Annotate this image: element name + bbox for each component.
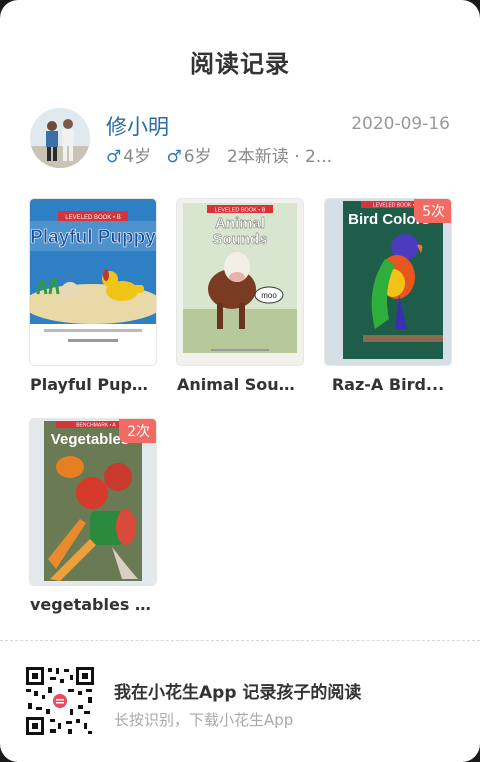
book-cover-image: LEVELED BOOK • B Animal Sounds moo xyxy=(177,199,303,365)
cover-title: Playful Puppy xyxy=(30,227,156,248)
qr-code-icon[interactable] xyxy=(24,665,96,737)
user-name[interactable]: 修小明 xyxy=(106,111,169,141)
read-count-badge: 2次 xyxy=(119,419,156,443)
kids-info: ♂ 4岁 ♂ 6岁 2本新读 · 2... xyxy=(106,142,352,167)
reading-record-card: 阅读记录 修小明 2020-09-16 ♂ 4岁 ♂ 6岁 2本新读 · 2... xyxy=(0,0,480,762)
male-icon: ♂ xyxy=(106,147,122,167)
book-item[interactable]: LEVELED BOOK • B Bird Colors 5次 Raz-A Bi… xyxy=(325,199,451,394)
footer-promo-text: 我在小花生App 记录孩子的阅读 xyxy=(114,683,362,703)
svg-text:Animal: Animal xyxy=(215,215,265,232)
book-item[interactable]: LEVELED BOOK • B Animal Sounds moo Anima… xyxy=(177,199,303,394)
book-cover[interactable]: LEVELED BOOK • B Animal Sounds moo xyxy=(177,199,303,365)
kid-1: ♂ 4岁 xyxy=(106,147,151,167)
book-title[interactable]: Raz-A Bird... xyxy=(325,375,451,394)
book-cover[interactable]: LEVELED BOOK • B Bird Colors 5次 xyxy=(325,199,451,365)
book-cover-image: LEVELED BOOK • B Playful Puppy xyxy=(30,199,156,365)
record-date: 2020-09-16 xyxy=(351,114,450,134)
book-cover[interactable]: BENCHMARK • A Vegetables 2次 xyxy=(30,419,156,585)
page-title: 阅读记录 xyxy=(190,50,290,78)
cover-banner: LEVELED BOOK • B xyxy=(215,208,266,214)
book-title[interactable]: vegetables (... xyxy=(30,595,156,614)
avatar[interactable] xyxy=(30,108,90,168)
footer-hint-text: 长按识别，下载小花生App xyxy=(114,711,294,729)
cover-title: Vegetables xyxy=(51,431,129,448)
kid-age: 4岁 xyxy=(123,147,152,167)
read-count-badge: 5次 xyxy=(414,199,451,223)
book-title[interactable]: Animal Soun... xyxy=(177,375,303,394)
book-cover-image: BENCHMARK • A Vegetables xyxy=(30,419,156,585)
book-item[interactable]: BENCHMARK • A Vegetables 2次 vegetables (… xyxy=(30,419,156,614)
book-title[interactable]: Playful Pupp... xyxy=(30,375,156,394)
male-icon: ♂ xyxy=(166,147,182,167)
book-item[interactable]: LEVELED BOOK • B Playful Puppy Playful P… xyxy=(30,199,156,394)
book-cover-image: LEVELED BOOK • B Bird Colors xyxy=(325,199,451,365)
avatar-photo xyxy=(30,108,90,168)
kid-age: 6岁 xyxy=(183,147,212,167)
cover-banner: LEVELED BOOK • B xyxy=(65,215,120,221)
reading-summary: 2本新读 · 2... xyxy=(226,147,333,167)
book-cover[interactable]: LEVELED BOOK • B Playful Puppy xyxy=(30,199,156,365)
cover-bubble-text: moo xyxy=(261,291,277,300)
cover-banner: LEVELED BOOK • B xyxy=(373,203,420,209)
dashed-divider xyxy=(0,640,480,641)
kid-2: ♂ 6岁 xyxy=(166,147,211,167)
svg-text:Sounds: Sounds xyxy=(213,231,268,248)
cover-banner: BENCHMARK • A xyxy=(76,423,116,429)
